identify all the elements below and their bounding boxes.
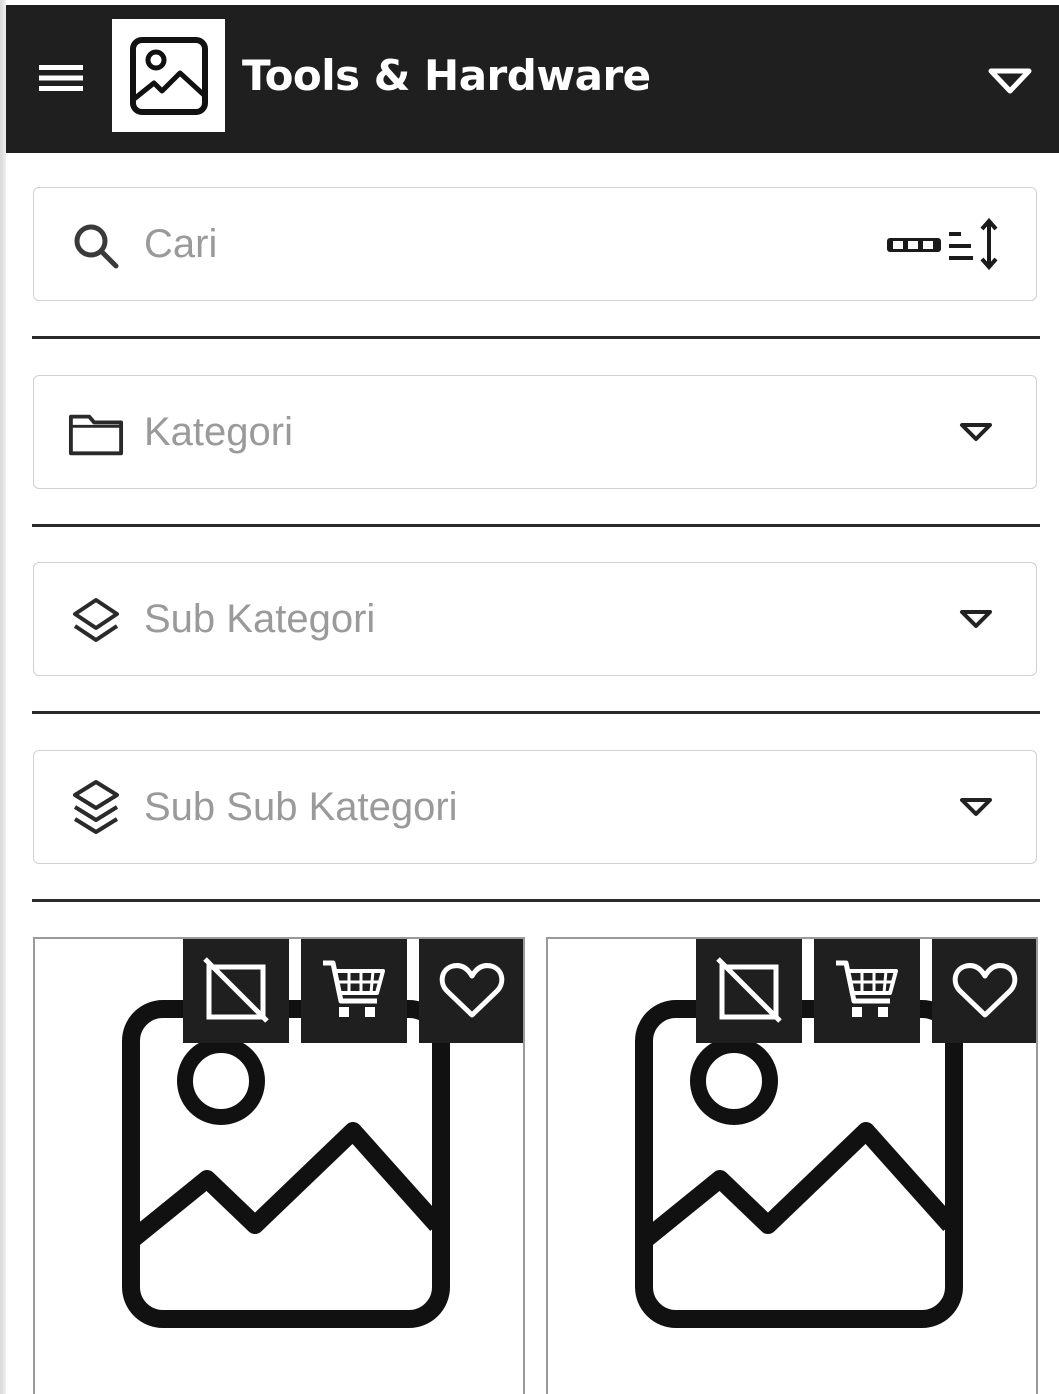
menu-button[interactable] xyxy=(36,53,86,103)
image-placeholder-icon xyxy=(122,1000,450,1328)
product-card[interactable] xyxy=(33,937,525,1394)
image-off-icon xyxy=(203,957,269,1023)
wishlist-button[interactable] xyxy=(419,939,523,1043)
page: Tools & Hardware Cari Kategori Sub Kateg… xyxy=(0,0,1059,1394)
sub-kategori-caret xyxy=(948,599,1004,639)
divider xyxy=(32,711,1040,714)
add-to-cart-button[interactable] xyxy=(814,939,920,1043)
image-off-icon xyxy=(716,957,782,1023)
hide-image-button[interactable] xyxy=(183,939,289,1043)
sub-kategori-label: Sub Kategori xyxy=(144,597,376,641)
layers-icon-wrap xyxy=(68,593,124,649)
app-title: Tools & Hardware xyxy=(242,51,651,100)
image-placeholder-icon xyxy=(635,1000,963,1328)
barcode-scan-button[interactable] xyxy=(878,214,1008,274)
search-input[interactable] xyxy=(144,212,864,276)
divider xyxy=(32,899,1040,902)
kategori-caret xyxy=(948,412,1004,452)
heart-icon xyxy=(952,963,1018,1018)
caret-down-icon xyxy=(960,610,992,628)
image-placeholder-icon xyxy=(129,36,208,115)
folder-icon xyxy=(68,414,124,456)
cart-icon xyxy=(836,960,898,1017)
left-edge xyxy=(0,0,6,1394)
divider xyxy=(32,524,1040,527)
app-header: Tools & Hardware xyxy=(6,5,1059,153)
layers-triple-icon xyxy=(73,780,119,834)
heart-icon xyxy=(439,963,505,1018)
add-to-cart-button[interactable] xyxy=(301,939,407,1043)
card-actions xyxy=(183,939,523,1043)
layers-triple-icon-wrap xyxy=(68,780,124,837)
sub-sub-kategori-select[interactable]: Sub Sub Kategori xyxy=(33,750,1037,864)
hamburger-icon xyxy=(39,65,83,91)
caret-down-icon xyxy=(988,68,1032,94)
search-icon-wrap xyxy=(68,218,124,274)
search-icon xyxy=(74,224,119,269)
hide-image-button[interactable] xyxy=(696,939,802,1043)
layers-icon xyxy=(73,598,119,642)
kategori-label: Kategori xyxy=(144,410,293,454)
caret-down-icon xyxy=(960,798,992,816)
header-dropdown-button[interactable] xyxy=(982,57,1038,105)
divider xyxy=(32,336,1040,339)
product-card[interactable] xyxy=(546,937,1038,1394)
barcode-scan-icon xyxy=(887,218,998,270)
sub-sub-kategori-label: Sub Sub Kategori xyxy=(144,785,458,829)
folder-icon-wrap xyxy=(68,406,124,462)
store-logo xyxy=(112,19,225,132)
wishlist-button[interactable] xyxy=(932,939,1036,1043)
cart-icon xyxy=(323,960,385,1017)
card-actions xyxy=(696,939,1036,1043)
kategori-select[interactable]: Kategori xyxy=(33,375,1037,489)
caret-down-icon xyxy=(960,423,992,441)
search-field[interactable] xyxy=(33,187,1037,301)
sub-sub-kategori-caret xyxy=(948,787,1004,827)
sub-kategori-select[interactable]: Sub Kategori xyxy=(33,562,1037,676)
